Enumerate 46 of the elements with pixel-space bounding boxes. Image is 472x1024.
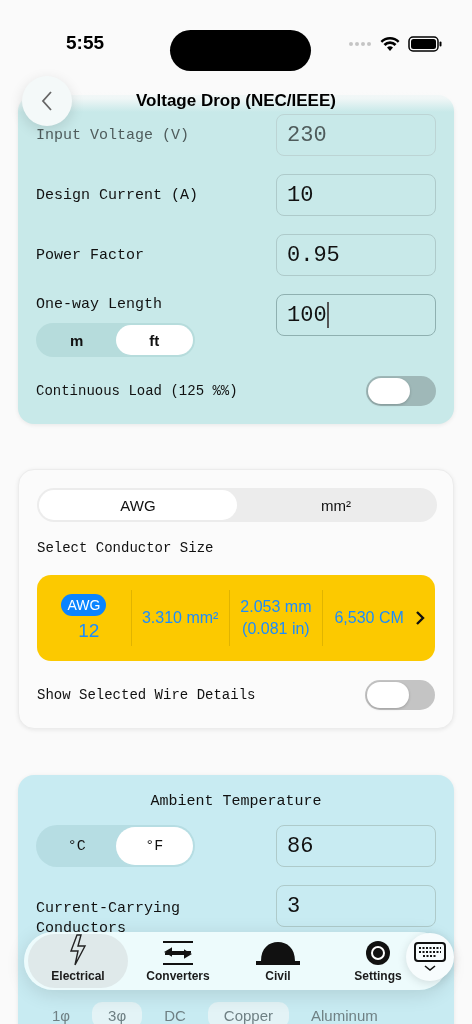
unit-option[interactable]: °C <box>38 827 116 865</box>
field-label: One-way Length <box>36 296 164 313</box>
card-title: Ambient Temperature <box>150 793 322 810</box>
toggle-label: Continuous Load (125 %%) <box>36 383 238 399</box>
keyboard-icon <box>414 942 446 972</box>
toggle-switch[interactable] <box>365 680 435 710</box>
unit-option[interactable]: °F <box>115 827 193 865</box>
field-label: Input Voltage (V) <box>36 126 190 144</box>
page-title: Voltage Drop (NEC/IEEE) <box>136 91 336 111</box>
unit-tab[interactable]: mm² <box>237 490 435 520</box>
circular-mils: 6,530 CM <box>334 609 404 627</box>
tab-item[interactable]: Civil <box>228 934 328 988</box>
wire-size: 12 <box>78 620 100 642</box>
section-label: Select Conductor Size <box>37 539 215 557</box>
toggle-label: Show Selected Wire Details <box>37 687 256 703</box>
input-field[interactable]: 0.95 <box>276 234 436 276</box>
input-field[interactable]: 100 <box>276 294 436 336</box>
material-option[interactable]: Copper <box>207 1002 290 1024</box>
field-label: Power Factor <box>36 246 145 264</box>
input-field[interactable]: 10 <box>276 174 436 216</box>
back-chevron-icon <box>41 90 53 112</box>
input-field[interactable]: 230 <box>276 114 436 156</box>
wire-diameter: 2.053 mm <box>240 598 312 616</box>
unit-option[interactable]: m <box>38 325 116 355</box>
unit-option[interactable]: ft <box>115 325 193 355</box>
back-button[interactable] <box>22 76 72 126</box>
conductor-size-selector[interactable]: AWG 12 3.310 mm² 2.053 mm (0.081 in) 6,530 CM <box>37 575 435 661</box>
swap-arrows-icon <box>161 940 195 966</box>
lightning-icon <box>68 934 88 966</box>
gear-icon <box>365 940 391 966</box>
hard-hat-icon <box>255 940 301 966</box>
toggle-switch[interactable] <box>366 376 436 406</box>
input-field[interactable]: 3 <box>276 885 436 927</box>
battery-icon <box>408 36 442 52</box>
cellular-icon <box>348 41 372 47</box>
unit-tab[interactable]: AWG <box>39 490 237 520</box>
awg-badge: AWG <box>61 594 107 616</box>
input-field[interactable]: 86 <box>276 825 436 867</box>
phase-option[interactable]: 3φ <box>92 1002 143 1024</box>
wire-diameter-inches: (0.081 in) <box>242 620 310 638</box>
tab-item[interactable]: Electrical <box>28 934 128 988</box>
wire-area: 3.310 mm² <box>141 609 219 627</box>
wifi-icon <box>380 36 400 52</box>
status-time: 5:55 <box>66 32 105 54</box>
field-label: Design Current (A) <box>36 186 199 204</box>
chevron-right-icon <box>415 610 425 626</box>
